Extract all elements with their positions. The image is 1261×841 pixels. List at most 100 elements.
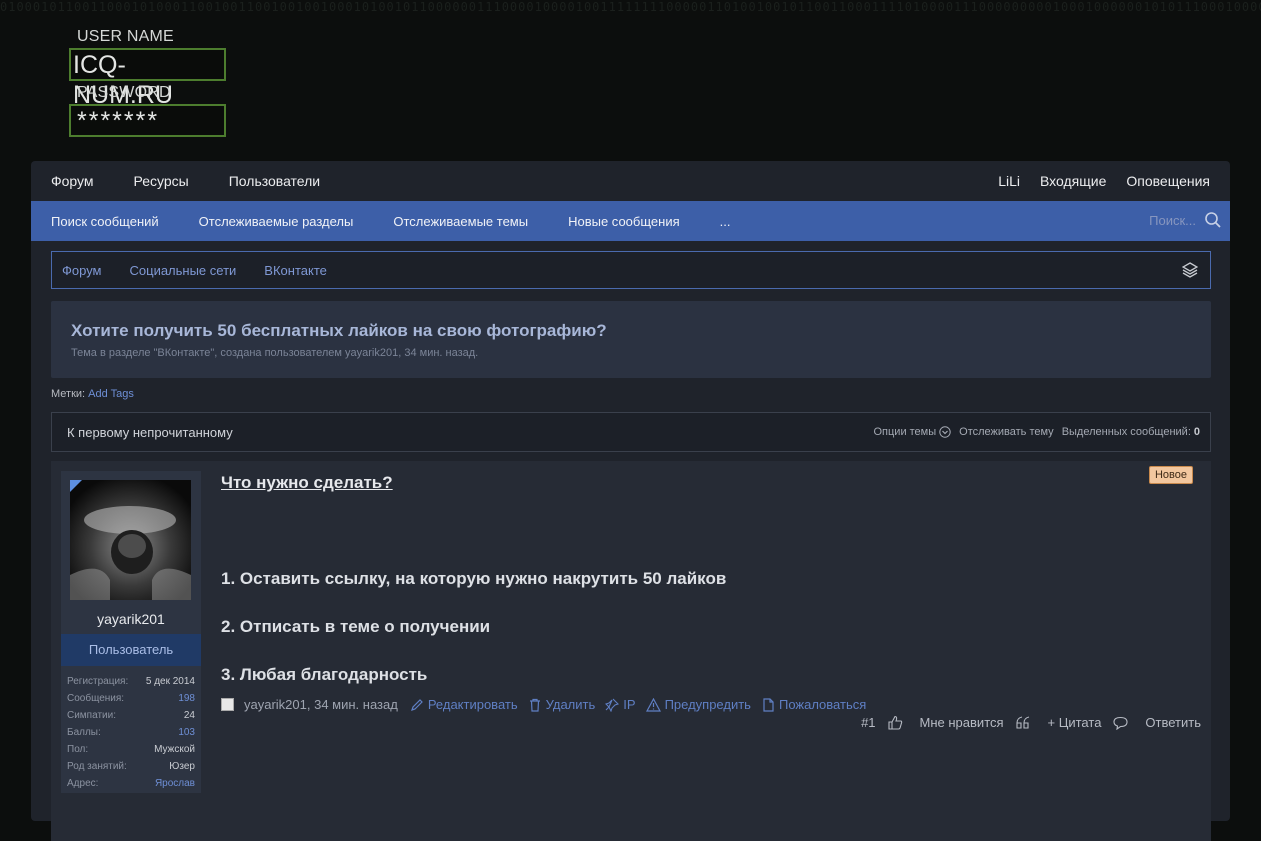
thread-options-button[interactable]: Опции темы xyxy=(873,426,951,438)
thread-header: Хотите получить 50 бесплатных лайков на … xyxy=(51,301,1211,378)
select-post-checkbox[interactable] xyxy=(221,698,234,711)
subnav-search-posts[interactable]: Поиск сообщений xyxy=(51,214,159,229)
thread-title: Хотите получить 50 бесплатных лайков на … xyxy=(71,321,607,340)
site-logo[interactable]: USER NAME ICQ-NUM.RU PASSWORD ******* xyxy=(69,28,234,137)
like-button[interactable]: Мне нравится xyxy=(887,715,1004,730)
stat-row: Симпатии: 24 xyxy=(67,707,195,724)
stat-value: 24 xyxy=(183,710,195,721)
reply-label: Ответить xyxy=(1145,715,1201,730)
stat-row: Баллы: 103 xyxy=(67,724,195,741)
logo-pass-box: ******* xyxy=(69,104,226,137)
new-post-badge: Новое xyxy=(1149,466,1193,484)
ip-button[interactable]: IP xyxy=(605,697,636,712)
stat-key: Регистрация: xyxy=(67,676,129,687)
watch-thread-link[interactable]: Отслеживать тему xyxy=(959,426,1054,438)
search-icon[interactable] xyxy=(1204,211,1222,229)
post-line-3: 3. Любая благодарность xyxy=(221,665,428,684)
stat-key: Род занятий: xyxy=(67,761,127,772)
edit-label: Редактировать xyxy=(427,697,518,712)
warn-label: Предупредить xyxy=(664,697,751,712)
sub-navigation: Поиск сообщений Отслеживаемые разделы От… xyxy=(31,201,1230,241)
pin-icon xyxy=(605,698,620,712)
thread-toolbar: К первому непрочитанному Опции темы Отсл… xyxy=(51,412,1211,452)
breadcrumb-forum[interactable]: Форум xyxy=(62,263,102,278)
nav-resources[interactable]: Ресурсы xyxy=(134,173,189,189)
stat-key: Пол: xyxy=(67,744,89,755)
first-unread-link[interactable]: К первому непрочитанному xyxy=(67,425,233,440)
stat-row: Адрес: Ярослав xyxy=(67,775,195,792)
post-heading: Что нужно сделать? xyxy=(221,473,393,492)
post-actions: yayarik201, 34 мин. назад Редактировать … xyxy=(221,697,876,712)
stat-value: Юзер xyxy=(169,761,195,772)
author-stats: Регистрация: 5 дек 2014 Сообщения: 198 Сим… xyxy=(67,673,195,792)
nav-inbox[interactable]: Входящие xyxy=(1040,173,1106,189)
post-byline[interactable]: yayarik201, 34 мин. назад xyxy=(244,697,398,712)
pencil-icon xyxy=(410,698,423,711)
nav-account[interactable]: LiLi xyxy=(998,173,1020,189)
nav-forum[interactable]: Форум xyxy=(51,173,94,189)
quote-label: + Цитата xyxy=(1047,715,1102,730)
thread-meta: Тема в разделе "ВКонтакте", создана поль… xyxy=(71,347,479,359)
breadcrumb-social[interactable]: Социальные сети xyxy=(130,263,237,278)
author-name[interactable]: yayarik201 xyxy=(61,611,201,627)
post-content: Что нужно сделать? 1. Оставить ссылку, н… xyxy=(221,473,1181,684)
warn-button[interactable]: Предупредить xyxy=(645,697,751,712)
ip-label: IP xyxy=(623,697,636,712)
top-navigation: Форум Ресурсы Пользователи LiLi Входящие… xyxy=(31,161,1230,201)
thread-options-label: Опции темы xyxy=(873,426,937,438)
search-input[interactable] xyxy=(1136,211,1198,229)
subnav-watched-threads[interactable]: Отслеживаемые темы xyxy=(393,214,528,229)
delete-button[interactable]: Удалить xyxy=(528,697,596,712)
main-card: Форум Ресурсы Пользователи LiLi Входящие… xyxy=(31,161,1230,841)
stat-row: Регистрация: 5 дек 2014 xyxy=(67,673,195,690)
logo-pass-label: PASSWORD xyxy=(77,84,171,101)
stat-row: Род занятий: Юзер xyxy=(67,758,195,775)
document-icon xyxy=(763,697,774,712)
like-label: Мне нравится xyxy=(919,715,1004,730)
thumbs-up-icon xyxy=(887,715,902,730)
quote-button[interactable]: + Цитата xyxy=(1015,715,1102,730)
post-reactions: #1 Мне нравится + Цитата Ответить xyxy=(849,715,1201,730)
delete-label: Удалить xyxy=(545,697,596,712)
subnav-new-posts[interactable]: Новые сообщения xyxy=(568,214,680,229)
chevron-down-icon xyxy=(939,426,951,438)
stat-row: Пол: Мужской xyxy=(67,741,195,758)
subnav-more[interactable]: ... xyxy=(720,214,731,229)
layers-icon[interactable] xyxy=(1182,262,1198,278)
selected-posts: Выделенных сообщений: 0 xyxy=(1062,426,1200,438)
avatar[interactable] xyxy=(70,480,191,600)
nav-alerts[interactable]: Оповещения xyxy=(1126,173,1210,189)
post-author-panel: yayarik201 Пользователь Регистрация: 5 де… xyxy=(61,471,201,793)
add-tags-link[interactable]: Add Tags xyxy=(88,388,134,400)
stat-value: 5 дек 2014 xyxy=(145,676,195,687)
stat-value[interactable]: 198 xyxy=(178,690,195,707)
author-role: Пользователь xyxy=(61,634,201,666)
stat-row: Сообщения: 198 xyxy=(67,690,195,707)
selected-posts-count: 0 xyxy=(1193,426,1200,438)
report-button[interactable]: Пожаловаться xyxy=(761,697,866,712)
stat-key: Баллы: xyxy=(67,727,101,738)
reply-button[interactable]: Ответить xyxy=(1113,715,1201,730)
edit-button[interactable]: Редактировать xyxy=(410,697,518,712)
post: yayarik201 Пользователь Регистрация: 5 де… xyxy=(51,461,1211,841)
post-number[interactable]: #1 xyxy=(861,715,875,730)
stat-value: Мужской xyxy=(154,744,195,755)
speech-bubble-icon xyxy=(1113,716,1128,730)
warning-icon xyxy=(645,697,661,712)
subnav-watched-forums[interactable]: Отслеживаемые разделы xyxy=(199,214,354,229)
stat-value[interactable]: Ярослав xyxy=(155,775,195,792)
breadcrumb-vk[interactable]: ВКонтакте xyxy=(264,263,327,278)
post-line-1: 1. Оставить ссылку, на которую нужно нак… xyxy=(221,569,727,588)
logo-user-box: ICQ-NUM.RU xyxy=(69,48,226,109)
tags-row: Метки: Add Tags xyxy=(51,388,134,400)
breadcrumb: Форум Социальные сети ВКонтакте xyxy=(51,251,1211,289)
post-line-2: 2. Отписать в теме о получении xyxy=(221,617,491,636)
nav-users[interactable]: Пользователи xyxy=(229,173,320,189)
trash-icon xyxy=(529,698,540,712)
logo-user-label: USER NAME xyxy=(77,28,174,45)
search-box xyxy=(1136,211,1222,229)
stat-key: Адрес: xyxy=(67,778,99,789)
tags-label: Метки: xyxy=(51,388,86,400)
quote-icon xyxy=(1015,715,1029,729)
stat-value[interactable]: 103 xyxy=(178,724,195,741)
